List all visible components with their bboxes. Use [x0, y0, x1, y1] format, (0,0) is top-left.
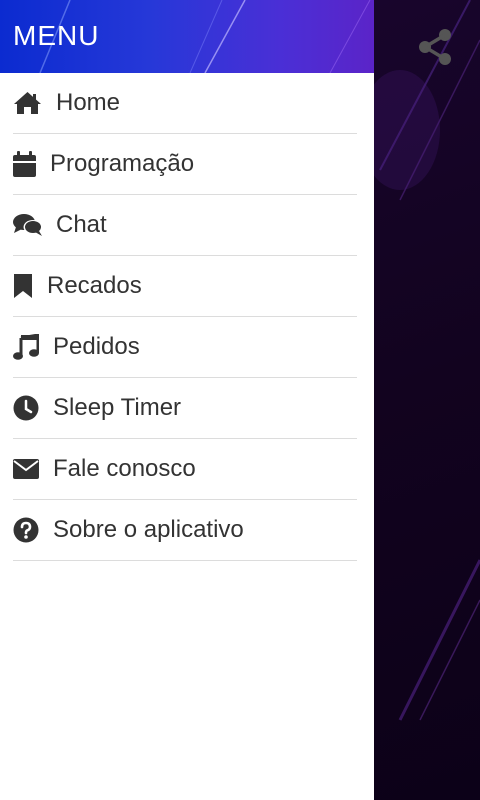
clock-icon: [13, 394, 39, 422]
menu-item-recados[interactable]: Recados: [13, 256, 357, 317]
menu-item-home[interactable]: Home: [13, 73, 357, 134]
menu-item-label: Home: [56, 89, 121, 116]
menu-item-label: Fale conosco: [53, 455, 196, 482]
question-circle-icon: [13, 516, 39, 544]
envelope-icon: [13, 455, 39, 483]
menu-item-label: Recados: [47, 272, 142, 299]
share-icon: [419, 29, 451, 65]
share-button[interactable]: [412, 24, 458, 70]
menu-item-label: Pedidos: [53, 333, 140, 360]
menu-item-label: Chat: [56, 211, 107, 238]
menu-item-programacao[interactable]: Programação: [13, 134, 357, 195]
home-icon: [13, 89, 42, 117]
menu-item-sleep-timer[interactable]: Sleep Timer: [13, 378, 357, 439]
menu-item-label: Sobre o aplicativo: [53, 516, 244, 543]
menu-item-fale-conosco[interactable]: Fale conosco: [13, 439, 357, 500]
menu-item-sobre[interactable]: Sobre o aplicativo: [13, 500, 357, 561]
bookmark-icon: [13, 272, 33, 300]
app-screen: MENU Home Programação Chat Recados Pedid…: [0, 0, 480, 800]
menu-item-label: Programação: [50, 150, 195, 177]
menu-item-chat[interactable]: Chat: [13, 195, 357, 256]
drawer-title: MENU: [13, 20, 100, 51]
navigation-drawer: MENU Home Programação Chat Recados Pedid…: [0, 0, 374, 800]
chat-icon: [13, 211, 43, 239]
menu-item-pedidos[interactable]: Pedidos: [13, 317, 357, 378]
music-note-icon: [13, 333, 39, 361]
menu-item-label: Sleep Timer: [53, 394, 182, 421]
drawer-header: MENU: [0, 0, 374, 73]
menu-list: Home Programação Chat Recados Pedidos Sl…: [0, 73, 374, 561]
calendar-icon: [13, 150, 36, 178]
